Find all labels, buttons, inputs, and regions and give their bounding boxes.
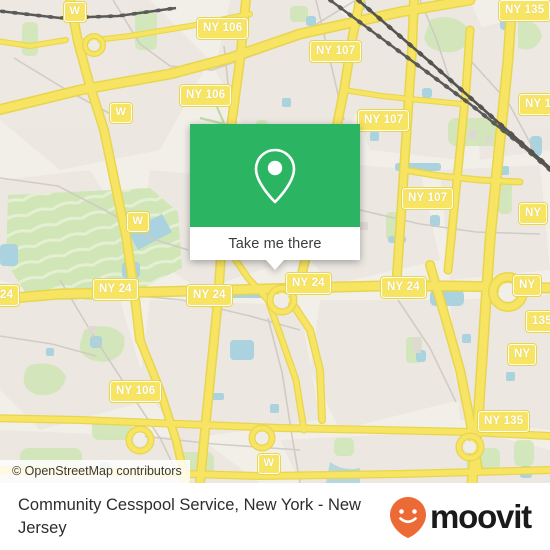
shield-label: NY 107 [400, 187, 455, 210]
shield-label: W [109, 102, 133, 124]
shield-label: NY 135 [476, 410, 531, 433]
shield-label: NY 24 [92, 278, 139, 301]
popup-footer[interactable]: Take me there [190, 227, 360, 270]
shield-label: NY 135 [497, 0, 550, 22]
shield-label: W [257, 453, 281, 475]
shield-label: NY 24 [186, 284, 233, 307]
shield-label: 135 [525, 310, 550, 333]
moovit-brand[interactable]: moovit [388, 495, 532, 539]
shield-label: NY 106 [108, 380, 163, 403]
shield-label: W [63, 1, 87, 23]
shield-label: NY 24 [380, 276, 427, 299]
shield-label: NY [506, 343, 538, 366]
shield-label: NY 106 [178, 84, 233, 107]
shield-label: NY 107 [356, 109, 411, 132]
map-pin-icon [254, 148, 296, 203]
popup-pointer-tail [266, 260, 284, 270]
map-attribution: © OpenStreetMap contributors [0, 459, 190, 483]
location-popup-card[interactable]: Take me there [190, 124, 360, 270]
shield-label: NY [511, 274, 543, 297]
shield-label: NY 24 [285, 272, 332, 295]
map-canvas[interactable]: W NY 106 NY 107 NY 135 NY 106 NY 107 NY … [0, 0, 550, 483]
take-me-there-label: Take me there [228, 235, 322, 252]
shield-label: NY [517, 202, 549, 225]
place-title: Community Cesspool Service, New York - N… [18, 496, 361, 537]
shield-label: NY 107 [308, 40, 363, 63]
shield-label: W [126, 211, 150, 233]
shield-label: 24 [0, 284, 21, 307]
shield-label: NY 1 [517, 93, 550, 116]
footer-bar: Community Cesspool Service, New York - N… [0, 483, 550, 550]
moovit-wordmark: moovit [430, 498, 532, 535]
moovit-smiley-pin-icon [390, 496, 426, 538]
moovit-map-page: W NY 106 NY 107 NY 135 NY 106 NY 107 NY … [0, 0, 550, 550]
popup-header [190, 124, 360, 227]
shield-label: NY 106 [195, 17, 250, 40]
